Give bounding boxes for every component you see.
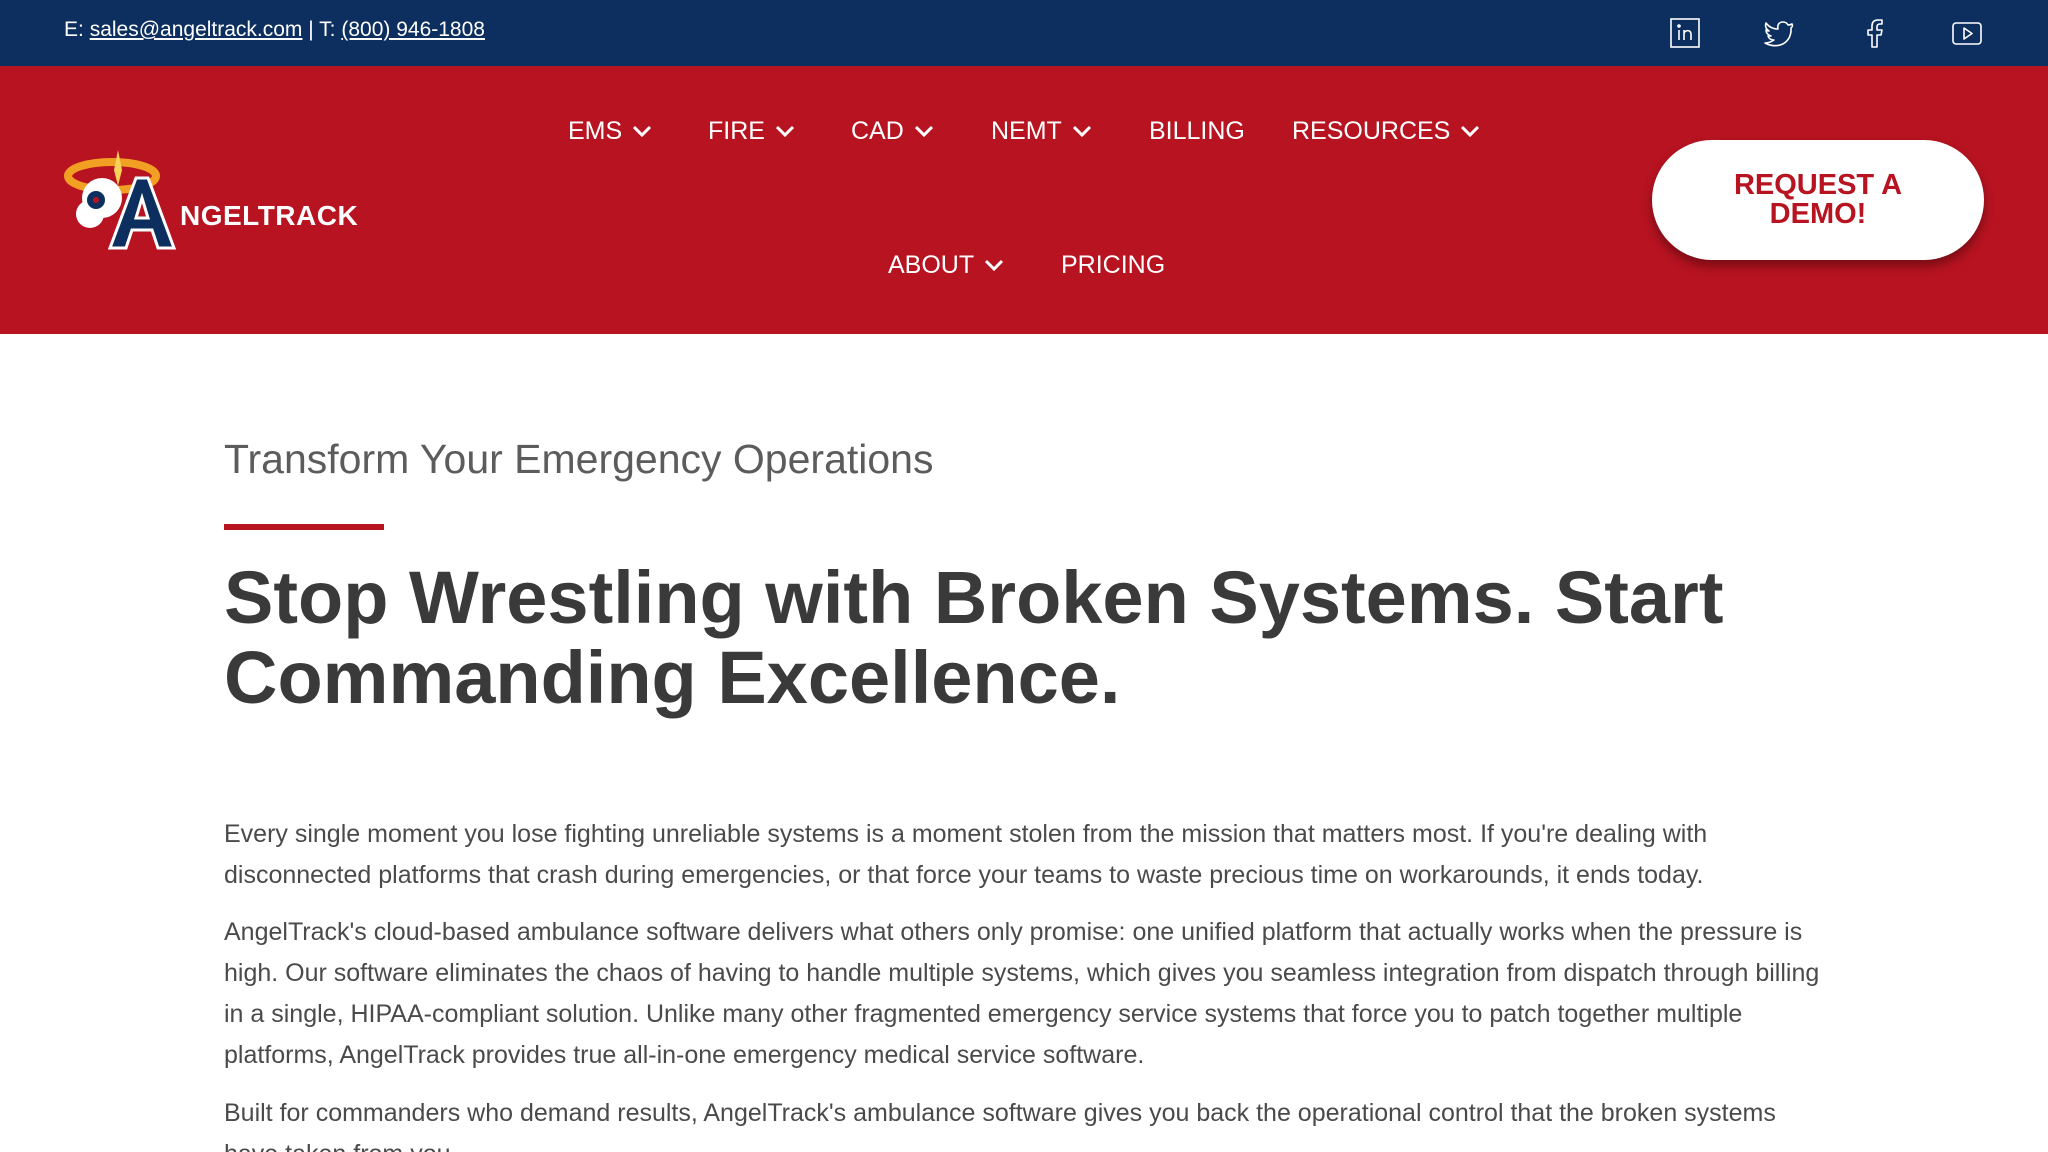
- chevron-down-icon: [1072, 125, 1091, 138]
- nav-cad-label: CAD: [851, 117, 904, 145]
- request-demo-button[interactable]: REQUEST A DEMO!: [1652, 140, 1984, 260]
- nav-resources-label: RESOURCES: [1292, 117, 1451, 145]
- page-headline: Stop Wrestling with Broken Systems. Star…: [224, 556, 1724, 719]
- nav-billing-label: BILLING: [1149, 117, 1245, 145]
- nav-cad[interactable]: CAD: [851, 116, 934, 146]
- intro-paragraph: Every single moment you lose fighting un…: [224, 820, 1708, 889]
- phone-label: | T:: [302, 18, 342, 41]
- logo-wordmark: NGELTRACK: [180, 200, 359, 231]
- chevron-down-icon: [775, 125, 795, 138]
- nav-resources[interactable]: RESOURCES: [1292, 116, 1480, 146]
- chevron-down-icon: [914, 125, 933, 138]
- platform-paragraph: AngelTrack's cloud-based ambulance softw…: [224, 918, 1820, 1069]
- main-header: NGELTRACK EMS FIRE CAD NEMT BILLING RESO…: [0, 66, 2048, 334]
- nav-billing[interactable]: BILLING: [1149, 116, 1245, 146]
- chevron-down-icon: [985, 259, 1004, 272]
- youtube-icon[interactable]: [1950, 16, 1984, 50]
- linkedin-icon[interactable]: [1668, 16, 1702, 50]
- contact-info: E: sales@angeltrack.com | T: (800) 946-1…: [64, 18, 485, 42]
- chevron-down-icon: [633, 125, 652, 138]
- nav-about-label: ABOUT: [888, 251, 975, 279]
- email-link[interactable]: sales@angeltrack.com: [90, 18, 303, 41]
- twitter-icon[interactable]: [1762, 16, 1796, 50]
- section-eyebrow: Transform Your Emergency Operations: [224, 436, 934, 482]
- commanders-paragraph: Built for commanders who demand results,…: [224, 1099, 1776, 1152]
- phone-link[interactable]: (800) 946-1808: [341, 18, 485, 41]
- nav-fire-label: FIRE: [708, 117, 765, 145]
- email-label: E:: [64, 18, 90, 41]
- angeltrack-logo[interactable]: NGELTRACK: [62, 146, 358, 256]
- nav-pricing[interactable]: PRICING: [1061, 250, 1165, 280]
- nav-pricing-label: PRICING: [1061, 251, 1166, 279]
- nav-about[interactable]: ABOUT: [888, 250, 1004, 280]
- nav-ems-label: EMS: [568, 117, 623, 145]
- accent-divider: [224, 524, 384, 530]
- top-contact-bar: E: sales@angeltrack.com | T: (800) 946-1…: [0, 0, 2048, 66]
- chevron-down-icon: [1461, 125, 1480, 138]
- facebook-icon[interactable]: [1858, 16, 1892, 50]
- nav-nemt-label: NEMT: [991, 117, 1062, 145]
- nav-nemt[interactable]: NEMT: [991, 116, 1092, 146]
- nav-fire[interactable]: FIRE: [708, 116, 795, 146]
- nav-ems[interactable]: EMS: [568, 116, 652, 146]
